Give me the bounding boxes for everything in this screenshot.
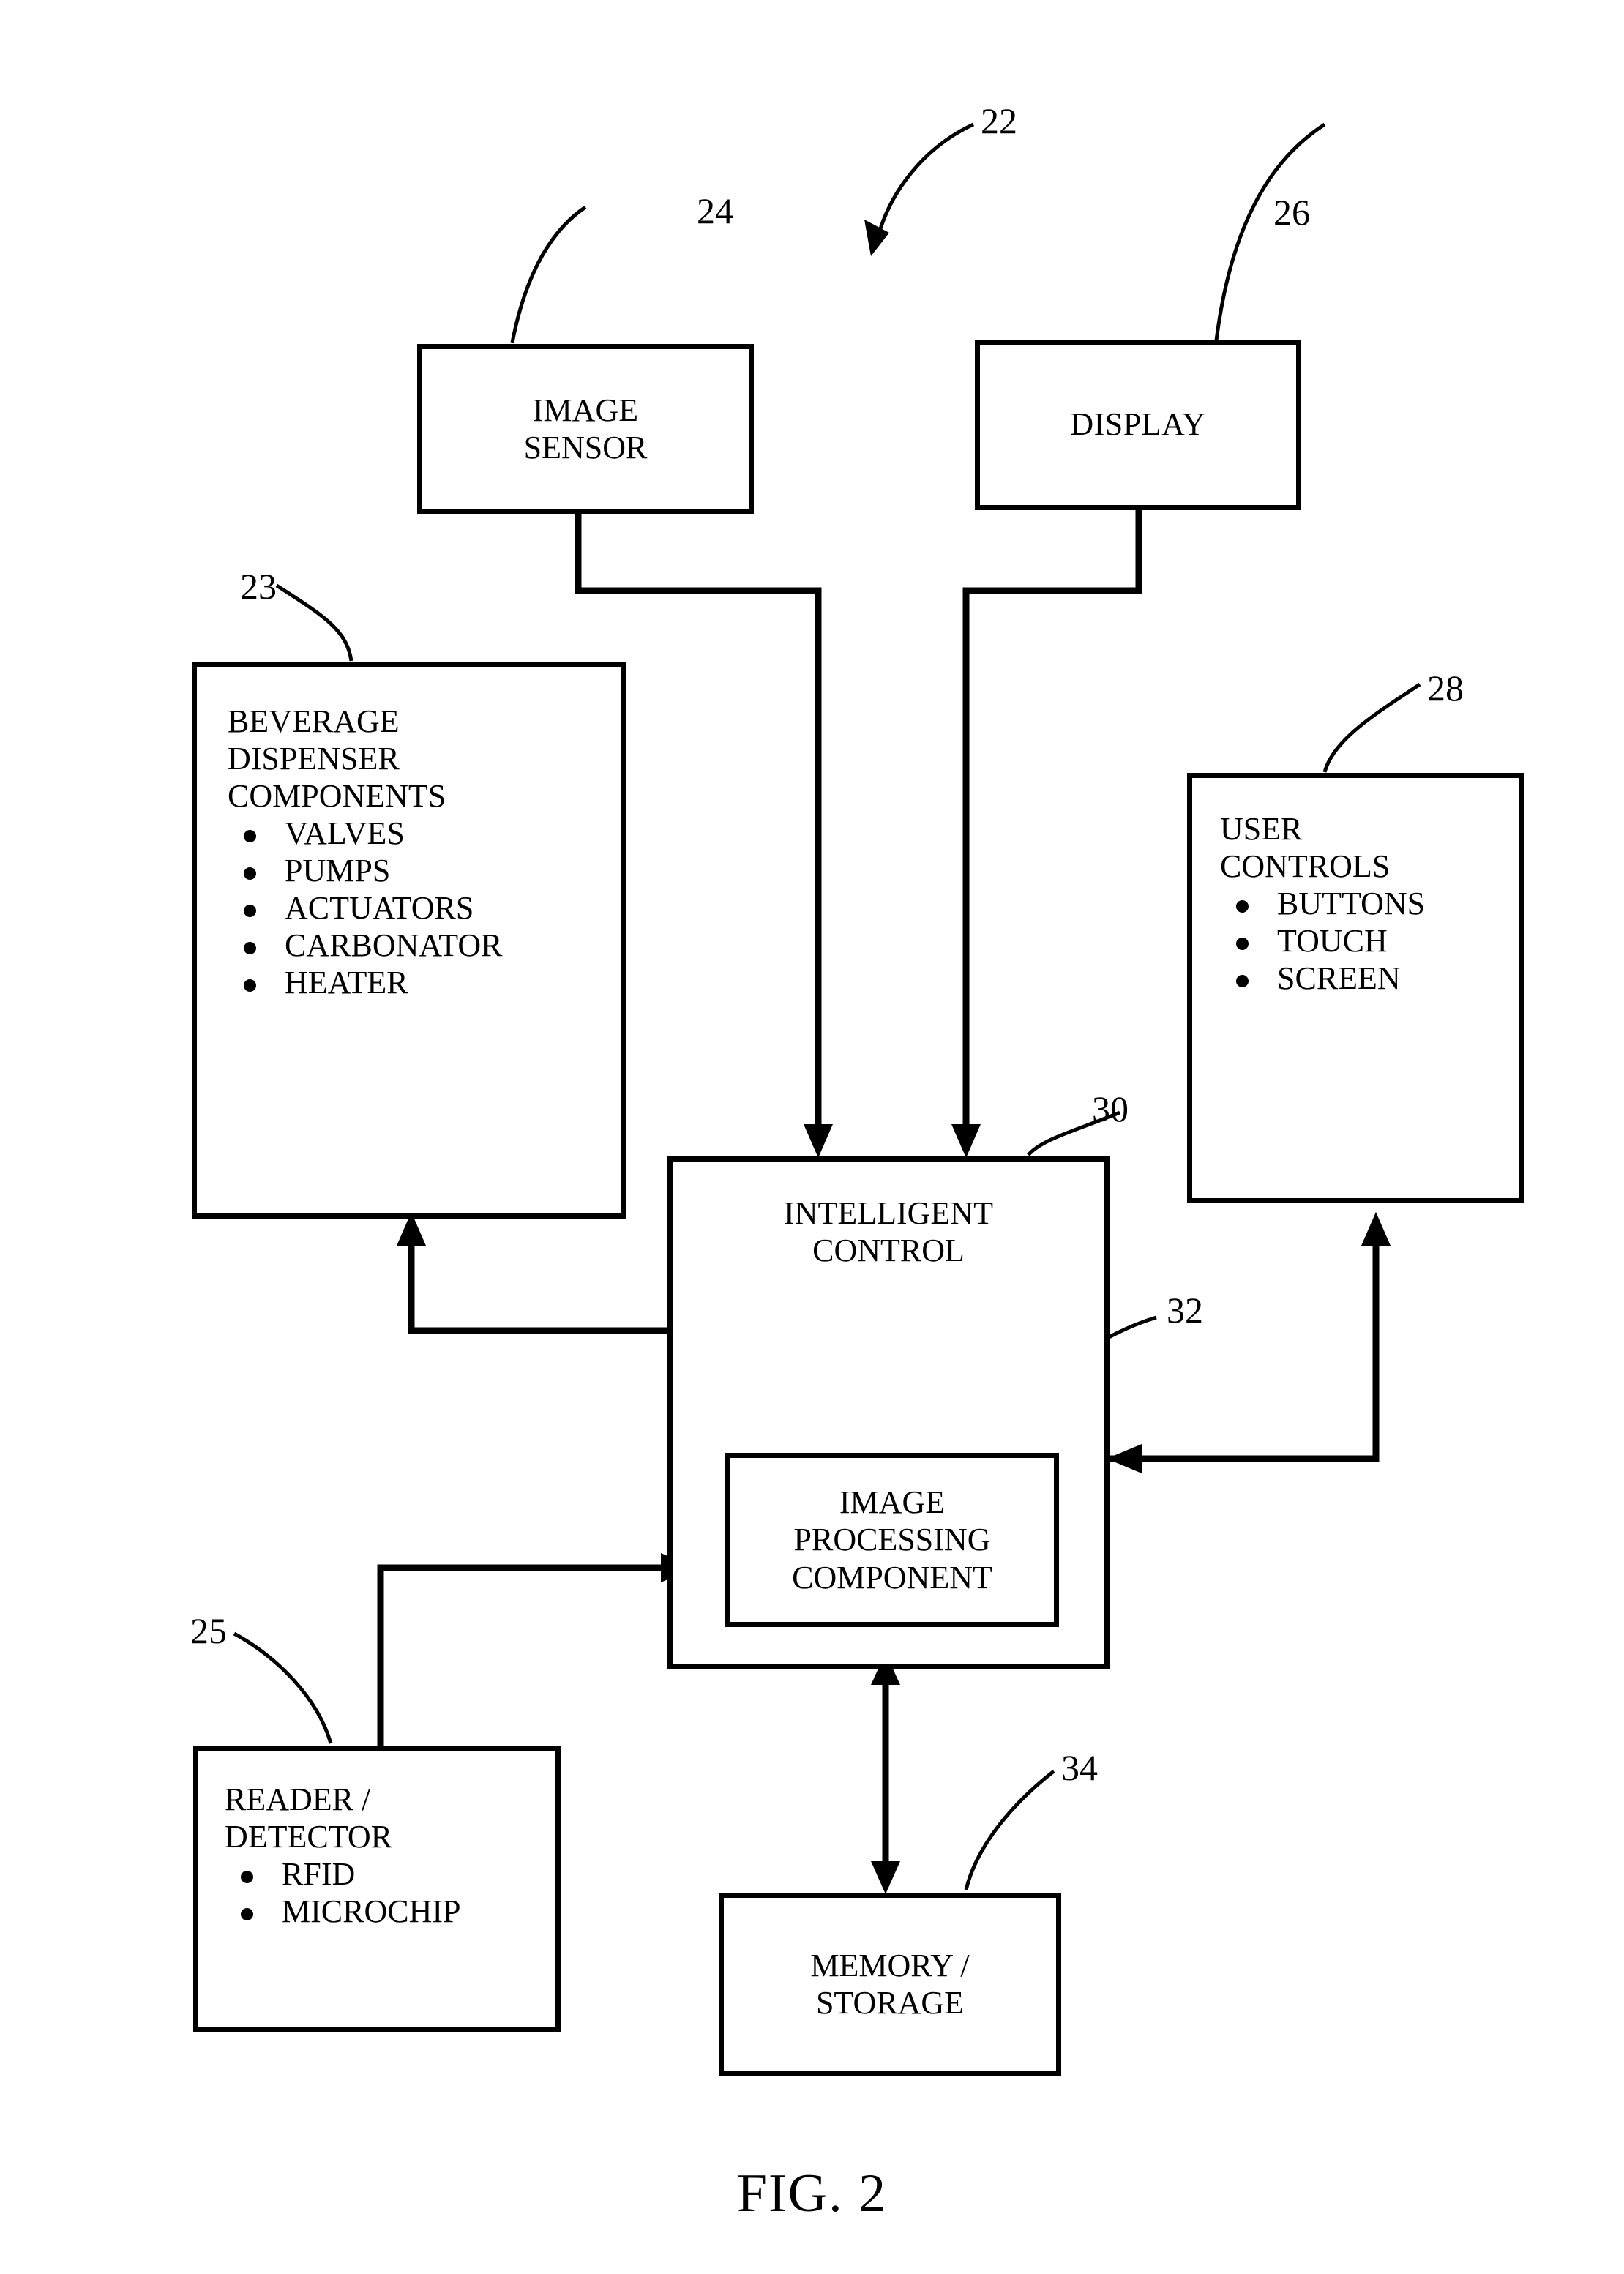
- intelligent-control-label: INTELLIGENT CONTROL: [673, 1194, 1104, 1269]
- block-reader-detector[interactable]: READER / DETECTOR RFID MICROCHIP: [193, 1746, 561, 2032]
- reader-detector-heading: READER / DETECTOR: [225, 1781, 555, 1855]
- leader-22: [864, 122, 975, 256]
- ref-numeral-25: 25: [190, 1610, 227, 1651]
- ref-numeral-23: 23: [240, 566, 277, 607]
- connector-control-to-memory: [871, 1653, 900, 1894]
- intelligent-control-label-line2: CONTROL: [812, 1233, 965, 1269]
- image-sensor-label: IMAGE SENSOR: [524, 392, 648, 466]
- list-item-continuation: SCREEN: [1220, 960, 1519, 997]
- connector-reader-to-control: [377, 1553, 695, 1746]
- block-user-controls[interactable]: USER CONTROLS BUTTONS TOUCH SCREEN: [1187, 773, 1524, 1203]
- leader-34: [964, 1770, 1055, 1890]
- leader-24: [510, 205, 587, 343]
- ref-numeral-26: 26: [1273, 192, 1310, 233]
- list-item: RFID: [225, 1855, 555, 1893]
- list-item: TOUCH: [1220, 922, 1519, 960]
- list-item: CARBONATOR: [228, 927, 621, 964]
- list-item: VALVES: [228, 815, 621, 852]
- ref-numeral-22: 22: [981, 100, 1017, 141]
- ref-numeral-32: 32: [1167, 1290, 1203, 1331]
- reader-detector-heading-line1: READER /: [225, 1781, 371, 1817]
- image-sensor-label-line1: IMAGE: [532, 392, 639, 428]
- block-memory-storage[interactable]: MEMORY / STORAGE: [719, 1893, 1061, 2076]
- leader-25: [233, 1631, 333, 1744]
- user-controls-heading: USER CONTROLS: [1220, 810, 1519, 885]
- image-processing-label-line3: COMPONENT: [792, 1559, 992, 1596]
- ref-numeral-24: 24: [697, 190, 733, 231]
- beverage-heading-line1: BEVERAGE: [228, 703, 400, 739]
- user-controls-heading-line2: CONTROLS: [1220, 848, 1391, 885]
- image-sensor-label-line2: SENSOR: [523, 430, 648, 465]
- image-processing-label: IMAGE PROCESSING COMPONENT: [792, 1484, 992, 1596]
- ref-numeral-30: 30: [1092, 1088, 1129, 1129]
- beverage-dispenser-item-list: VALVES PUMPS ACTUATORS CARBONATOR HEATER: [228, 815, 621, 1001]
- intelligent-control-label-line1: INTELLIGENT: [784, 1195, 993, 1231]
- figure-caption: FIG. 2: [736, 2163, 888, 2223]
- reader-detector-heading-line2: DETECTOR: [225, 1819, 392, 1855]
- list-item: MICROCHIP: [225, 1893, 555, 1930]
- user-controls-item-list: BUTTONS TOUCH SCREEN: [1220, 885, 1519, 997]
- leader-28: [1322, 682, 1421, 773]
- image-processing-label-line2: PROCESSING: [793, 1522, 991, 1558]
- list-item: PUMPS: [228, 852, 621, 889]
- memory-storage-label-line1: MEMORY /: [810, 1947, 970, 1983]
- block-image-processing-component[interactable]: IMAGE PROCESSING COMPONENT: [725, 1453, 1059, 1627]
- list-item: HEATER: [228, 964, 621, 1001]
- list-item: BUTTONS: [1220, 885, 1519, 922]
- beverage-heading-line3: COMPONENTS: [228, 778, 446, 815]
- connector-control-to-beverage: [397, 1212, 672, 1334]
- display-label: DISPLAY: [1070, 406, 1206, 443]
- beverage-dispenser-heading: BEVERAGE DISPENSER COMPONENTS: [228, 703, 621, 815]
- memory-storage-label-line2: STORAGE: [815, 1985, 965, 2021]
- block-image-sensor[interactable]: IMAGE SENSOR: [417, 344, 754, 514]
- connector-control-to-user-controls: [1107, 1212, 1391, 1473]
- leader-23: [275, 583, 353, 662]
- list-item: ACTUATORS: [228, 889, 621, 927]
- block-intelligent-control[interactable]: INTELLIGENT CONTROL IMAGE PROCESSING COM…: [667, 1156, 1110, 1669]
- block-display[interactable]: DISPLAY: [975, 340, 1301, 510]
- memory-storage-label: MEMORY / STORAGE: [810, 1947, 969, 2021]
- user-controls-heading-line1: USER: [1220, 811, 1303, 847]
- block-beverage-dispenser-components[interactable]: BEVERAGE DISPENSER COMPONENTS VALVES PUM…: [192, 662, 626, 1219]
- image-processing-label-line1: IMAGE: [839, 1484, 946, 1521]
- reader-detector-item-list: RFID MICROCHIP: [225, 1855, 555, 1930]
- beverage-heading-line2: DISPENSER: [228, 741, 400, 777]
- ref-numeral-28: 28: [1427, 667, 1464, 708]
- patent-figure-page: 22 24 26 23 28 30 32 25 34 IMAGE SENSOR …: [0, 0, 1624, 2274]
- connector-display-to-control: [951, 510, 1142, 1158]
- ref-numeral-34: 34: [1061, 1747, 1098, 1788]
